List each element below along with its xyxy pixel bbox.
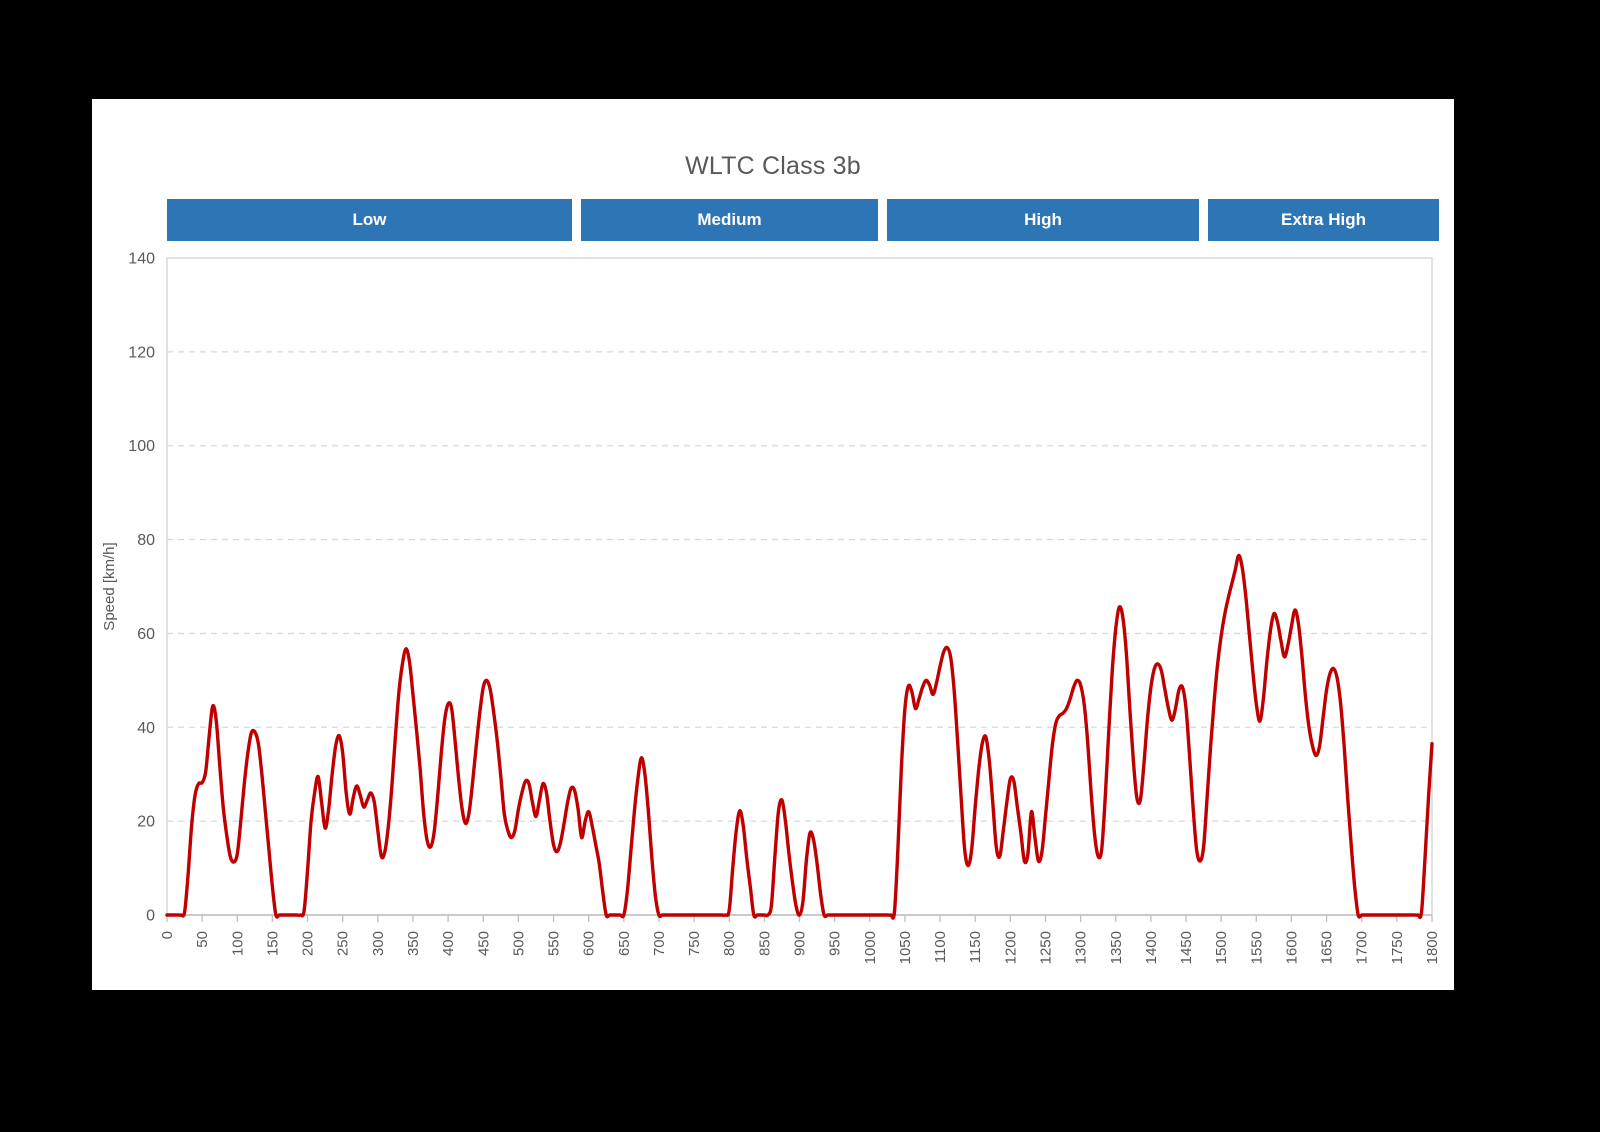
x-tick-label: 450 xyxy=(475,931,492,956)
x-tick-label: 1250 xyxy=(1037,931,1054,964)
y-tick-label: 0 xyxy=(146,908,155,925)
speed-curve xyxy=(165,553,1434,920)
x-tick-label: 1100 xyxy=(932,931,949,963)
x-tick-label: 800 xyxy=(721,931,738,956)
x-tick-label: 1000 xyxy=(862,931,879,964)
y-axis-title: Speed [km/h] xyxy=(101,542,118,630)
x-tick-label: 750 xyxy=(686,931,703,956)
x-tick-label: 550 xyxy=(546,931,563,956)
plot-area: 0 20 40 60 80 100 120 140 0 50 100 150 200 250 300 350… xyxy=(92,99,1454,990)
x-tick-label: 1750 xyxy=(1389,931,1406,964)
y-tick-label: 100 xyxy=(128,438,155,455)
x-tick-label: 250 xyxy=(335,931,352,956)
x-tick-labels: 0 50 100 150 200 250 300 350 400 450 500 550 600 650 7… xyxy=(159,931,1441,964)
y-tick-label: 60 xyxy=(137,626,155,643)
y-tick-label: 80 xyxy=(137,532,155,549)
gridlines xyxy=(166,257,1433,916)
x-tick-label: 850 xyxy=(756,931,773,956)
x-tick-label: 950 xyxy=(827,931,844,956)
x-tick-label: 1350 xyxy=(1108,931,1125,964)
x-tick-label: 500 xyxy=(510,931,527,956)
x-tick-label: 650 xyxy=(616,931,633,956)
x-tick-label: 200 xyxy=(300,931,317,956)
x-tick-label: 50 xyxy=(194,931,211,948)
chart-card: WLTC Class 3b Low Medium High Extra High… xyxy=(92,99,1454,990)
x-tick-label: 1050 xyxy=(897,931,914,964)
x-tick-label: 1700 xyxy=(1354,931,1371,964)
x-tick-label: 600 xyxy=(581,931,598,956)
x-tick-label: 1150 xyxy=(967,931,984,963)
x-tick-label: 350 xyxy=(405,931,422,956)
x-tick-label: 300 xyxy=(370,931,387,956)
x-tick-label: 0 xyxy=(159,931,176,939)
speed-time-plot: 0 20 40 60 80 100 120 140 0 50 100 150 200 250 300 350… xyxy=(101,251,1441,965)
x-tick-label: 1500 xyxy=(1213,931,1230,964)
x-tick-label: 700 xyxy=(651,931,668,956)
x-tick-label: 1300 xyxy=(1073,931,1090,964)
y-tick-label: 20 xyxy=(137,814,155,831)
x-tick-label: 100 xyxy=(229,931,246,956)
x-tick-label: 1800 xyxy=(1424,931,1441,964)
x-tick-label: 150 xyxy=(264,931,281,956)
x-tick-label: 1600 xyxy=(1283,931,1300,964)
x-tick-label: 900 xyxy=(792,931,809,956)
y-tick-label: 140 xyxy=(128,251,155,268)
x-tick-label: 1550 xyxy=(1248,931,1265,964)
y-tick-label: 40 xyxy=(137,720,155,737)
x-tick-label: 400 xyxy=(440,931,457,956)
y-tick-label: 120 xyxy=(128,344,155,361)
x-tick-label: 1200 xyxy=(1002,931,1019,964)
y-tick-labels: 0 20 40 60 80 100 120 140 xyxy=(128,251,155,925)
x-tick-label: 1400 xyxy=(1143,931,1160,964)
x-tick-label: 1650 xyxy=(1319,931,1336,964)
x-tick-label: 1450 xyxy=(1178,931,1195,964)
